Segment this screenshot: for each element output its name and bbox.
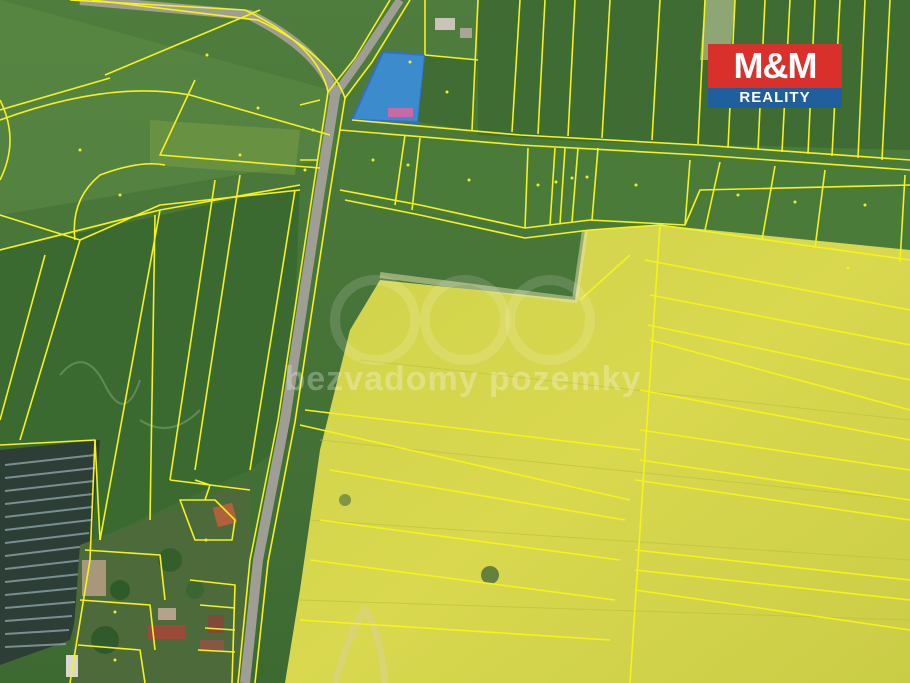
- cadastral-map[interactable]: bezvadomy pozemky M&M REALITY: [0, 0, 910, 683]
- house: [435, 18, 455, 30]
- building-on-parcel: [388, 108, 413, 117]
- logo-mm: M&M: [708, 44, 842, 88]
- rapeseed-field: [285, 225, 910, 683]
- shed: [460, 28, 472, 38]
- tree-in-field: [481, 566, 499, 584]
- tree-in-field: [339, 494, 351, 506]
- mm-reality-logo: M&M REALITY: [708, 44, 842, 108]
- logo-reality: REALITY: [708, 88, 842, 108]
